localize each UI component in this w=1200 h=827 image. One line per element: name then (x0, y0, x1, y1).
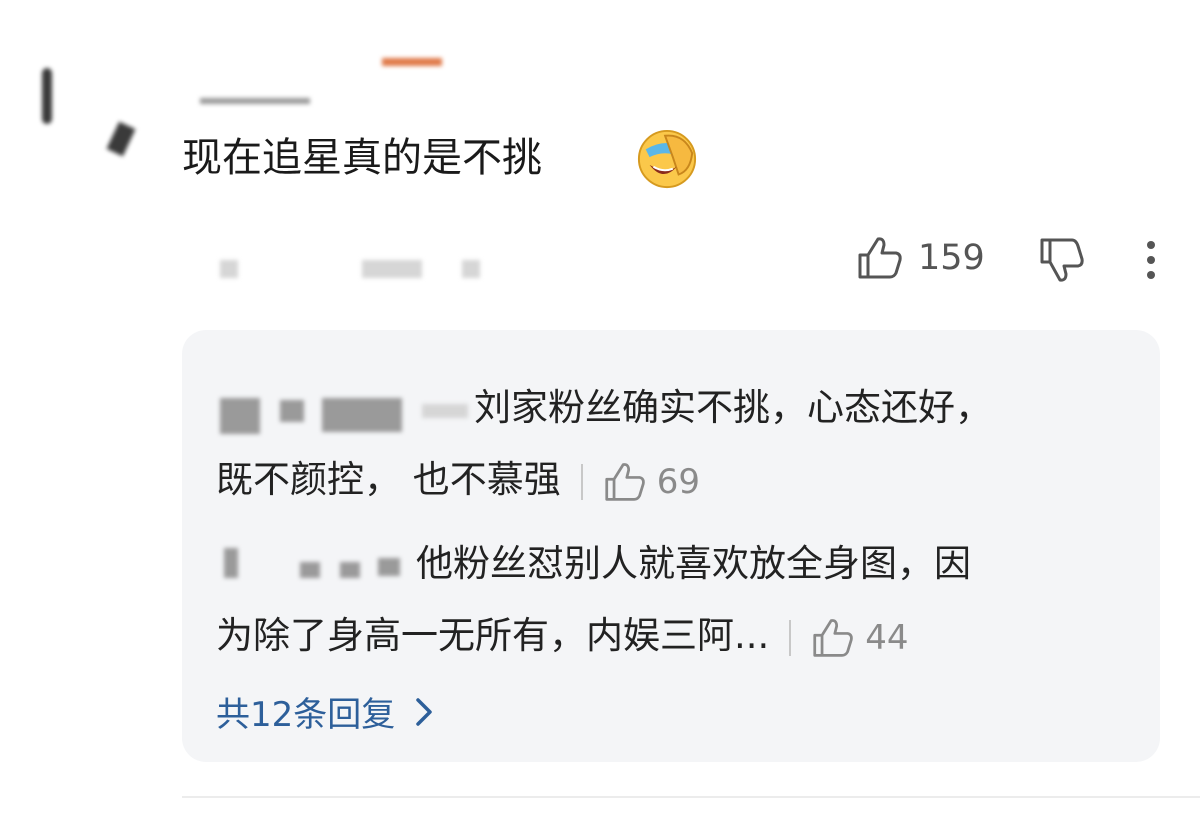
username-fragment (300, 562, 320, 578)
reply-1-line-1: 刘家粉丝确实不挑，心态还好， (474, 386, 992, 429)
thumbs-up-icon (813, 618, 854, 657)
more-options-icon[interactable] (1136, 238, 1166, 282)
avatar-fragment (106, 121, 136, 157)
reply-1-line-2: 既不颜控， 也不慕强 (216, 458, 561, 501)
more-replies-label: 共12条回复 (216, 695, 396, 735)
divider (182, 796, 1200, 798)
username-fragment (382, 58, 442, 66)
view-more-replies-link[interactable]: 共12条回复 (216, 687, 439, 736)
username-fragment (322, 398, 402, 432)
separator (789, 619, 792, 656)
reply-2-line-1: 他粉丝怼别人就喜欢放全身图，因 (416, 542, 971, 585)
username-fragment (200, 98, 310, 104)
reply-like-count: 69 (656, 461, 701, 502)
like-button[interactable]: 159 (856, 234, 985, 282)
thumbs-up-icon (858, 237, 902, 279)
thumbs-down-icon[interactable] (1036, 234, 1088, 286)
username-fragment (340, 562, 360, 578)
chevron-right-icon (416, 697, 433, 726)
username-fragment (422, 404, 468, 418)
username-fragment (224, 548, 238, 578)
reply-like-button[interactable]: 44 (811, 612, 909, 664)
separator (580, 463, 583, 500)
facepalm-laugh-emoji-icon (637, 129, 697, 189)
reply-text: 既不颜控， 也不慕强 69 (216, 454, 700, 508)
thumbs-up-icon (605, 462, 645, 501)
reply-like-count: 44 (865, 617, 909, 658)
avatar-fragment (42, 68, 52, 124)
meta-fragment (462, 260, 480, 278)
like-count: 159 (918, 238, 985, 278)
reply-text: 为除了身高一无所有，内娱三阿... 44 (216, 610, 909, 664)
comment-body: 现在追星真的是不挑 (182, 135, 542, 181)
replies-panel: 刘家粉丝确实不挑，心态还好， 既不颜控， 也不慕强 69 他粉丝怼别人就喜欢放全身… (182, 330, 1160, 762)
username-fragment (220, 398, 260, 434)
comment-text: 现在追星真的是不挑 (182, 130, 542, 186)
username-fragment (280, 400, 304, 422)
reply-text: 刘家粉丝确实不挑，心态还好， (474, 382, 992, 434)
reply-2-line-2: 为除了身高一无所有，内娱三阿... (216, 614, 770, 657)
username-fragment (378, 558, 400, 576)
reply-text: 他粉丝怼别人就喜欢放全身图，因 (416, 538, 971, 590)
meta-fragment (362, 260, 422, 278)
meta-fragment (220, 260, 238, 278)
reply-like-button[interactable]: 69 (603, 456, 700, 508)
